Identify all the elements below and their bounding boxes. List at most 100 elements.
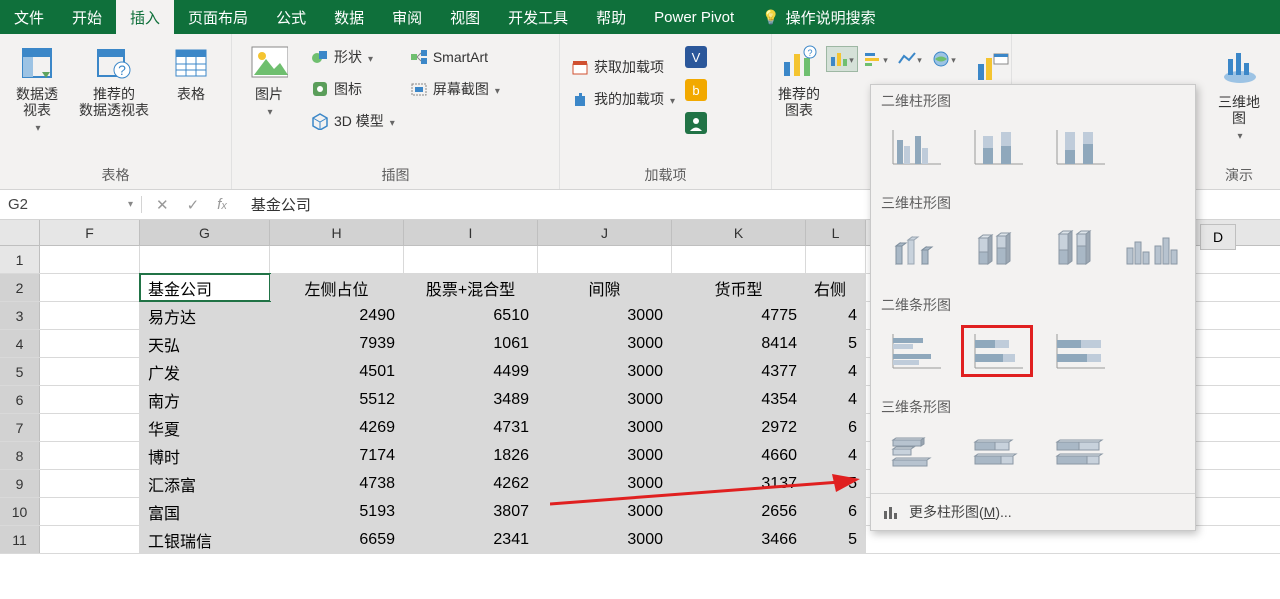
cell[interactable]: 易方达: [140, 302, 270, 329]
row-header[interactable]: 4: [0, 330, 40, 357]
cell[interactable]: 4: [806, 386, 866, 413]
tab-review[interactable]: 审阅: [378, 0, 436, 34]
cell[interactable]: 4: [806, 442, 866, 469]
100pct-stacked-column-2d[interactable]: [1043, 121, 1115, 173]
clustered-column-2d[interactable]: [879, 121, 951, 173]
cell[interactable]: 4: [806, 302, 866, 329]
clustered-bar-3d[interactable]: [879, 427, 951, 479]
cell[interactable]: 1826: [404, 442, 538, 469]
row-header[interactable]: 3: [0, 302, 40, 329]
tab-powerpivot[interactable]: Power Pivot: [640, 0, 748, 34]
cell[interactable]: 右侧: [806, 274, 866, 301]
cell[interactable]: [40, 526, 140, 553]
stacked-bar-2d[interactable]: [961, 325, 1033, 377]
bar-chart-dropdown[interactable]: [860, 46, 892, 72]
100pct-stacked-bar-3d[interactable]: [1043, 427, 1115, 479]
stacked-column-3d[interactable]: [959, 223, 1029, 275]
cell[interactable]: 基金公司: [140, 274, 270, 301]
cell[interactable]: [672, 246, 806, 273]
cell[interactable]: 5: [806, 470, 866, 497]
cell[interactable]: 3489: [404, 386, 538, 413]
column-chart-dropdown[interactable]: [826, 46, 858, 72]
people-addin-icon[interactable]: [685, 112, 707, 139]
row-header[interactable]: 1: [0, 246, 40, 273]
cell[interactable]: [270, 246, 404, 273]
bing-addin-icon[interactable]: b: [685, 79, 707, 106]
recommended-pivot-button[interactable]: ? 推荐的 数据透视表: [74, 38, 154, 118]
cell[interactable]: 7174: [270, 442, 404, 469]
cell[interactable]: 广发: [140, 358, 270, 385]
cell[interactable]: [40, 330, 140, 357]
table-button[interactable]: 表格: [160, 38, 222, 102]
cell[interactable]: 4501: [270, 358, 404, 385]
cell[interactable]: 4269: [270, 414, 404, 441]
screenshot-button[interactable]: 屏幕截图: [405, 74, 504, 104]
cell[interactable]: 4: [806, 358, 866, 385]
cell[interactable]: 股票+混合型: [404, 274, 538, 301]
cell[interactable]: [538, 246, 672, 273]
cell[interactable]: 6510: [404, 302, 538, 329]
col-header[interactable]: D: [1200, 224, 1236, 250]
col-header[interactable]: I: [404, 220, 538, 245]
cell[interactable]: 3000: [538, 526, 672, 553]
100pct-stacked-column-3d[interactable]: [1038, 223, 1108, 275]
tab-insert[interactable]: 插入: [116, 0, 174, 34]
tab-home[interactable]: 开始: [58, 0, 116, 34]
cell[interactable]: 4377: [672, 358, 806, 385]
line-chart-dropdown[interactable]: [894, 46, 926, 72]
cell[interactable]: [40, 274, 140, 301]
map-chart-dropdown[interactable]: [928, 46, 960, 72]
cell[interactable]: 左侧占位: [270, 274, 404, 301]
column-3d[interactable]: [1118, 223, 1188, 275]
row-header[interactable]: 9: [0, 470, 40, 497]
cell[interactable]: [40, 246, 140, 273]
cell[interactable]: 华夏: [140, 414, 270, 441]
cell[interactable]: [806, 246, 866, 273]
cell[interactable]: [40, 386, 140, 413]
3d-model-button[interactable]: 3D 模型: [306, 106, 399, 136]
cell[interactable]: 3000: [538, 302, 672, 329]
cell[interactable]: 6: [806, 498, 866, 525]
tab-dev[interactable]: 开发工具: [494, 0, 582, 34]
cell[interactable]: 5: [806, 526, 866, 553]
get-addins-button[interactable]: 获取加载项: [566, 52, 679, 82]
recommended-charts-button[interactable]: ? 推荐的 图表: [778, 38, 820, 118]
cell[interactable]: 3000: [538, 358, 672, 385]
pivot-table-button[interactable]: 数据透 视表: [6, 38, 68, 134]
cell[interactable]: 5512: [270, 386, 404, 413]
select-all-corner[interactable]: [0, 220, 40, 245]
col-header[interactable]: K: [672, 220, 806, 245]
col-header[interactable]: L: [806, 220, 866, 245]
fx-icon[interactable]: fx: [217, 196, 227, 213]
row-header[interactable]: 2: [0, 274, 40, 301]
cell[interactable]: 货币型: [672, 274, 806, 301]
cell[interactable]: 3000: [538, 442, 672, 469]
cell[interactable]: [40, 498, 140, 525]
cell[interactable]: 4738: [270, 470, 404, 497]
picture-button[interactable]: 图片: [238, 38, 300, 118]
cancel-icon[interactable]: ✕: [156, 196, 169, 214]
cell[interactable]: [40, 302, 140, 329]
cell[interactable]: 4354: [672, 386, 806, 413]
cell[interactable]: 8414: [672, 330, 806, 357]
cell[interactable]: 富国: [140, 498, 270, 525]
tab-file[interactable]: 文件: [0, 0, 58, 34]
shapes-button[interactable]: 形状: [306, 42, 399, 72]
pivot-chart-button[interactable]: [972, 48, 1016, 88]
cell[interactable]: 4731: [404, 414, 538, 441]
cell[interactable]: 3807: [404, 498, 538, 525]
row-header[interactable]: 11: [0, 526, 40, 553]
tab-help[interactable]: 帮助: [582, 0, 640, 34]
clustered-column-3d[interactable]: [879, 223, 949, 275]
cell[interactable]: 3000: [538, 386, 672, 413]
stacked-bar-3d[interactable]: [961, 427, 1033, 479]
3d-map-button[interactable]: 三维地 图: [1208, 42, 1270, 142]
tab-data[interactable]: 数据: [320, 0, 378, 34]
cell[interactable]: 6659: [270, 526, 404, 553]
smartart-button[interactable]: SmartArt: [405, 42, 504, 72]
cell[interactable]: 4262: [404, 470, 538, 497]
visio-addin-icon[interactable]: V: [685, 46, 707, 73]
row-header[interactable]: 5: [0, 358, 40, 385]
my-addins-button[interactable]: 我的加载项: [566, 84, 679, 114]
icons-button[interactable]: 图标: [306, 74, 399, 104]
